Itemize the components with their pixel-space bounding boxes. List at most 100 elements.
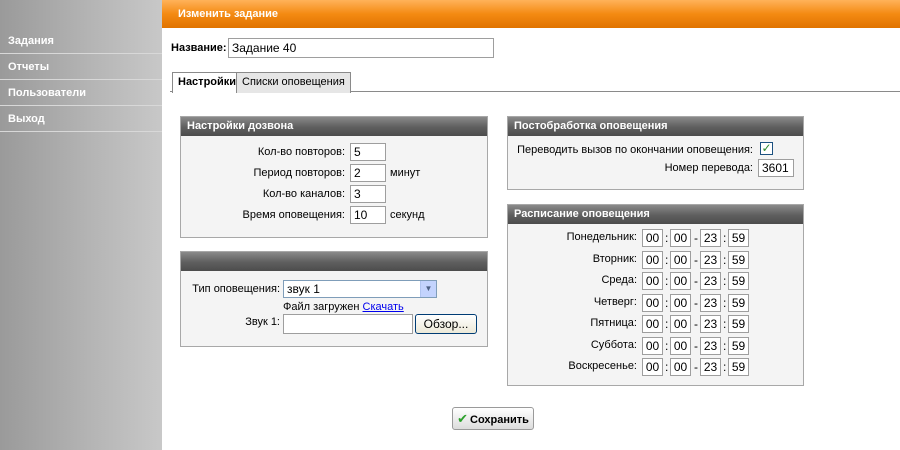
schedule-day-label: Суббота: xyxy=(590,338,637,351)
sound-file-input[interactable] xyxy=(283,314,413,334)
time-range-dash: - xyxy=(694,317,698,331)
channels-input[interactable] xyxy=(350,185,386,203)
schedule-to-minute[interactable] xyxy=(728,315,749,333)
sound-panel: Тип оповещения: звук 1 ▼ Файл загружен С… xyxy=(180,251,488,347)
download-link[interactable]: Скачать xyxy=(363,301,404,313)
check-icon: ✔ xyxy=(457,411,468,426)
time-colon: : xyxy=(665,295,669,310)
schedule-to-minute[interactable] xyxy=(728,229,749,247)
time-range-dash: - xyxy=(694,274,698,288)
transfer-label: Переводить вызов по окончании оповещения… xyxy=(517,144,753,156)
post-processing-title: Постобработка оповещения xyxy=(508,117,803,136)
time-colon: : xyxy=(723,295,727,310)
name-input[interactable] xyxy=(228,38,494,58)
time-colon: : xyxy=(665,274,669,288)
time-colon: : xyxy=(665,231,669,245)
sidebar: Задания Отчеты Пользователи Выход xyxy=(0,0,162,450)
schedule-to-hour[interactable] xyxy=(700,315,721,333)
time-colon: : xyxy=(665,317,669,331)
sidebar-item-logout[interactable]: Выход xyxy=(0,106,162,132)
browse-button[interactable]: Обзор... xyxy=(415,314,477,334)
sidebar-top xyxy=(0,0,162,28)
time-range-dash: - xyxy=(694,231,698,245)
transfer-checkbox[interactable]: ✓ xyxy=(760,142,773,155)
schedule-from-minute[interactable] xyxy=(670,229,691,247)
time-colon: : xyxy=(723,274,727,288)
schedule-from-minute[interactable] xyxy=(670,358,691,376)
schedule-to-minute[interactable] xyxy=(728,272,749,290)
chevron-down-icon[interactable]: ▼ xyxy=(420,281,436,297)
period-label: Период повторов: xyxy=(253,167,345,179)
sound-panel-header xyxy=(181,252,487,271)
schedule-panel: Расписание оповещения Понедельник::-:Вто… xyxy=(507,204,804,386)
post-processing-panel: Постобработка оповещения Переводить вызо… xyxy=(507,116,804,190)
tab-bar: Настройки Списки оповещения xyxy=(170,72,900,93)
schedule-to-minute[interactable] xyxy=(728,293,749,312)
schedule-day-label: Вторник: xyxy=(592,252,637,265)
schedule-from-minute[interactable] xyxy=(670,250,691,269)
time-colon: : xyxy=(665,338,669,353)
schedule-to-hour[interactable] xyxy=(700,358,721,376)
schedule-day-label: Среда: xyxy=(601,274,637,286)
retries-label: Кол-во повторов: xyxy=(257,146,345,158)
save-button-label: Сохранить xyxy=(470,414,529,426)
time-colon: : xyxy=(723,252,727,267)
schedule-day-label: Воскресенье: xyxy=(568,360,637,372)
time-colon: : xyxy=(665,252,669,267)
schedule-to-hour[interactable] xyxy=(700,250,721,269)
schedule-from-minute[interactable] xyxy=(670,315,691,333)
sidebar-item-tasks[interactable]: Задания xyxy=(0,28,162,54)
notify-type-label: Тип оповещения: xyxy=(192,283,280,295)
dial-settings-panel: Настройки дозвона Кол-во повторов: Перио… xyxy=(180,116,488,238)
schedule-to-hour[interactable] xyxy=(700,336,721,355)
header-bar: Изменить задание xyxy=(162,0,900,28)
period-input[interactable] xyxy=(350,164,386,182)
file-loaded-label: Файл загружен xyxy=(283,301,360,313)
page-title: Изменить задание xyxy=(178,8,279,20)
main-content: Название: Настройки Списки оповещения На… xyxy=(162,28,900,450)
name-label: Название: xyxy=(171,42,227,54)
schedule-from-hour[interactable] xyxy=(642,336,663,355)
time-colon: : xyxy=(723,231,727,245)
retries-input[interactable] xyxy=(350,143,386,161)
schedule-from-hour[interactable] xyxy=(642,293,663,312)
transfer-number-input[interactable] xyxy=(758,159,794,177)
notify-type-select[interactable]: звук 1 ▼ xyxy=(283,280,437,298)
schedule-to-hour[interactable] xyxy=(700,293,721,312)
sidebar-item-users[interactable]: Пользователи xyxy=(0,80,162,106)
schedule-from-hour[interactable] xyxy=(642,250,663,269)
schedule-from-hour[interactable] xyxy=(642,315,663,333)
schedule-to-minute[interactable] xyxy=(728,250,749,269)
schedule-from-hour[interactable] xyxy=(642,358,663,376)
time-colon: : xyxy=(723,338,727,353)
schedule-from-minute[interactable] xyxy=(670,293,691,312)
schedule-title: Расписание оповещения xyxy=(508,205,803,224)
schedule-from-hour[interactable] xyxy=(642,229,663,247)
notify-time-unit: секунд xyxy=(390,209,425,221)
schedule-from-hour[interactable] xyxy=(642,272,663,290)
schedule-to-hour[interactable] xyxy=(700,272,721,290)
channels-label: Кол-во каналов: xyxy=(262,188,345,200)
schedule-to-minute[interactable] xyxy=(728,336,749,355)
sidebar-item-reports[interactable]: Отчеты xyxy=(0,54,162,80)
tab-settings[interactable]: Настройки xyxy=(172,72,243,93)
schedule-day-label: Пятница: xyxy=(590,317,637,329)
dial-settings-title: Настройки дозвона xyxy=(181,117,487,136)
time-colon: : xyxy=(723,317,727,331)
time-range-dash: - xyxy=(694,360,698,374)
schedule-day-label: Понедельник: xyxy=(566,231,637,243)
schedule-from-minute[interactable] xyxy=(670,272,691,290)
notify-time-input[interactable] xyxy=(350,206,386,224)
notify-time-label: Время оповещения: xyxy=(242,209,345,221)
schedule-to-hour[interactable] xyxy=(700,229,721,247)
schedule-from-minute[interactable] xyxy=(670,336,691,355)
file-loaded-text: Файл загружен Скачать xyxy=(283,301,404,313)
time-range-dash: - xyxy=(694,295,698,310)
save-button[interactable]: ✔ Сохранить xyxy=(452,407,534,430)
tab-notification-lists[interactable]: Списки оповещения xyxy=(236,72,351,93)
time-range-dash: - xyxy=(694,338,698,353)
sound-1-label: Звук 1: xyxy=(245,316,280,328)
schedule-to-minute[interactable] xyxy=(728,358,749,376)
notify-type-value: звук 1 xyxy=(287,282,320,296)
transfer-number-label: Номер перевода: xyxy=(664,162,753,174)
